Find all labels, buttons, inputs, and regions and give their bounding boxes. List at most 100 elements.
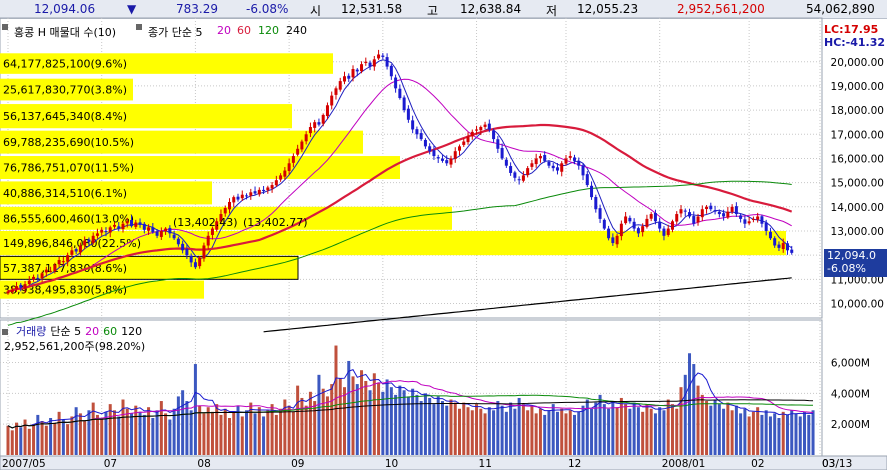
candle-body (308, 127, 312, 134)
candle-body (202, 245, 206, 259)
volume-bar (453, 402, 457, 455)
candle-body (49, 270, 53, 272)
volume-bar (602, 404, 606, 455)
candle-body (100, 229, 104, 233)
volume-bar (487, 407, 491, 455)
volume-bar (743, 408, 747, 455)
volume-bar (377, 382, 381, 455)
candle-body (270, 185, 274, 189)
candle-body (504, 159, 508, 166)
price-tick-label: 13,000.00 (831, 226, 884, 238)
volume-bar (458, 408, 462, 455)
candle-body (628, 217, 632, 222)
candle-body (470, 131, 474, 137)
candle-body (521, 175, 525, 181)
candle-body (679, 209, 683, 214)
volume-bar (492, 410, 496, 455)
volume-bar (19, 427, 23, 455)
current-price-tag: 12,094.0 -6.08% (824, 249, 887, 277)
candle-body (227, 201, 231, 210)
volume-bar (108, 404, 112, 455)
price-volume-chart: 64,177,825,100(9.6%) 25,617,830,770(3.8%)… (0, 17, 887, 470)
candle-body (641, 226, 645, 233)
volume-bar (679, 387, 683, 455)
candle-body (509, 166, 513, 173)
candle-body (700, 209, 704, 218)
candle-body (602, 219, 606, 229)
candle-body (159, 230, 163, 237)
candle-body (428, 146, 432, 152)
candle-body (453, 151, 457, 159)
volume-bar (321, 388, 325, 455)
candle-body (245, 195, 249, 197)
candle-body (321, 114, 325, 124)
candle-body (257, 189, 261, 195)
ma-60-label: 60 (237, 24, 251, 37)
candle-body (406, 108, 410, 120)
volume-bar (232, 411, 236, 455)
volume-profile-label: 56,137,645,340(8.4%) (3, 110, 127, 123)
volume-bar (15, 422, 19, 455)
candle-body (764, 222, 768, 231)
volume-bar (257, 407, 261, 455)
volume-bar (500, 405, 504, 455)
annotation-label: (13,402.43) (173, 216, 238, 229)
candle-body (296, 148, 300, 155)
candle-body (44, 269, 48, 273)
volume-bar (670, 404, 674, 455)
x-tick-label: 12 (568, 458, 581, 470)
volume-bar (598, 394, 602, 455)
candle-body (10, 289, 14, 292)
candle-body (300, 141, 304, 150)
volume-bar (581, 405, 585, 455)
candle-body (398, 88, 402, 99)
price-tick-label: 19,000.00 (831, 81, 884, 93)
volume-bar (176, 396, 180, 455)
candle-body (147, 227, 151, 231)
volume-bar (734, 405, 738, 455)
candle-body (266, 187, 270, 191)
volume-profile-label: 25,617,830,770(3.8%) (3, 84, 127, 97)
volume-bar (649, 408, 653, 455)
volume-bar (509, 402, 513, 455)
candle-body (534, 158, 538, 165)
candle-body (112, 224, 116, 227)
volume-bar (372, 373, 376, 455)
ma-120-label: 120 (258, 24, 279, 37)
candle-body (751, 218, 755, 220)
candle-body (121, 223, 125, 230)
candle-body (360, 64, 364, 72)
candle-body (40, 273, 44, 279)
volume-bar (811, 410, 815, 455)
volume-bar (411, 388, 415, 455)
candle-body (466, 136, 470, 143)
candle-body (543, 155, 547, 161)
candle-body (91, 235, 95, 243)
volume-bar (560, 408, 564, 455)
volume-bar (730, 410, 734, 455)
x-tick-label: 07 (104, 458, 117, 470)
volume-bar (159, 401, 163, 455)
volume-bar (219, 414, 223, 455)
volume-bar (785, 414, 789, 455)
candle-body (662, 228, 666, 236)
candle-body (142, 223, 146, 230)
ma-240-line (263, 277, 792, 333)
candle-body (658, 222, 662, 229)
candle-body (773, 238, 777, 246)
volume-bar (709, 405, 713, 455)
volume-profile-label: 69,788,235,690(10.5%) (3, 136, 134, 149)
volume-bar (747, 416, 751, 455)
volume-bar (313, 401, 317, 455)
volume-bar (406, 396, 410, 455)
volume-bar (764, 410, 768, 455)
candle-body (615, 235, 619, 245)
candle-body (74, 249, 78, 252)
candle-body (57, 259, 61, 265)
volume-bar (530, 405, 534, 455)
candle-body (709, 205, 713, 210)
volume-bar (479, 408, 483, 455)
volume-bar (590, 408, 594, 455)
volume-bar (240, 416, 244, 455)
candle-body (513, 172, 517, 178)
